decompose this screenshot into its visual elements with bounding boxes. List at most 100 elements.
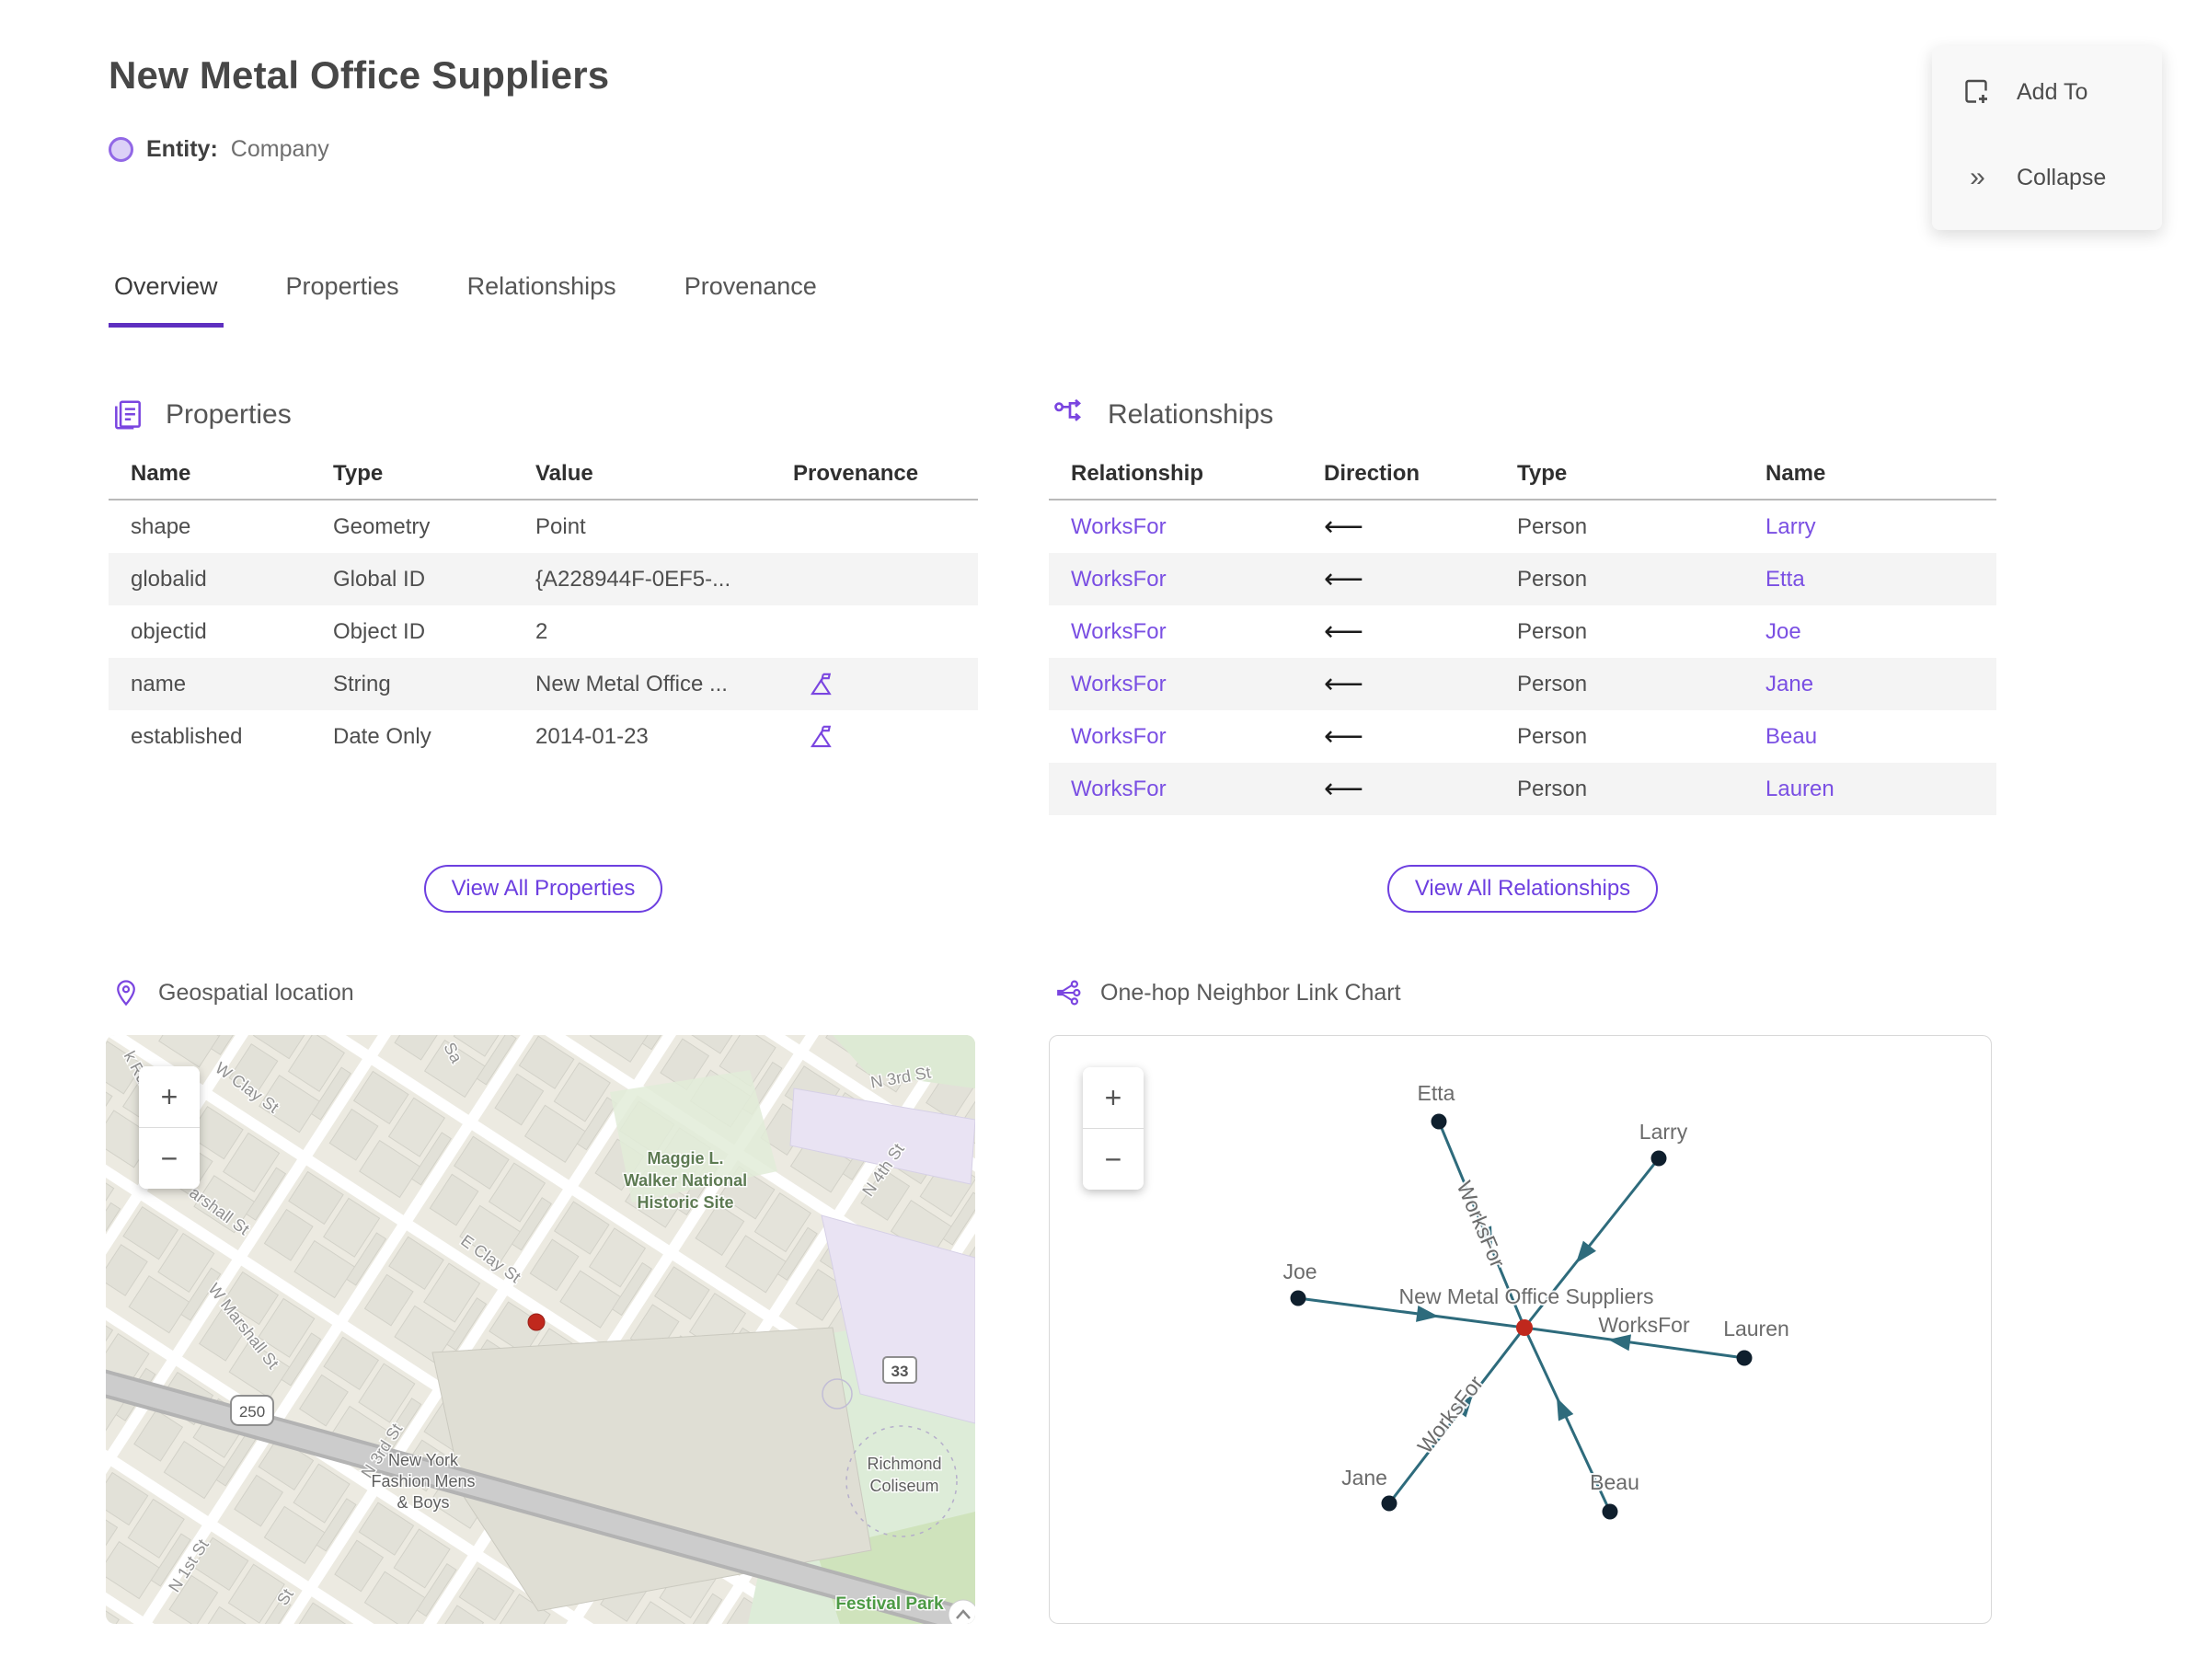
entity-link[interactable]: Jane — [1743, 672, 1996, 697]
provenance-flag-icon — [811, 673, 832, 695]
poi-label-coliseum: Coliseum — [869, 1477, 938, 1495]
prop-type: String — [333, 671, 391, 696]
prop-name: shape — [131, 513, 191, 539]
page-title: New Metal Office Suppliers — [109, 53, 610, 97]
chart-zoom-in-button[interactable]: + — [1083, 1067, 1144, 1128]
chart-zoom-out-button[interactable]: − — [1083, 1129, 1144, 1190]
node-label-beau: Beau — [1590, 1470, 1639, 1494]
link-chart-canvas: WorksFor WorksFor WorksFor Etta Larry Jo… — [1281, 1079, 1791, 1520]
property-row: objectid Object ID 2 — [109, 605, 978, 658]
col-name: Name — [1765, 461, 1826, 486]
chart-zoom-control: + − — [1083, 1067, 1144, 1190]
entity-link[interactable]: Beau — [1743, 724, 1996, 750]
prop-provenance[interactable] — [771, 723, 978, 751]
view-all-properties-button[interactable]: View All Properties — [423, 865, 663, 913]
relationship-link[interactable]: WorksFor — [1049, 567, 1302, 593]
relationship-row: WorksFor ⟵ Person Beau — [1049, 710, 1996, 763]
node-lauren[interactable] — [1736, 1350, 1753, 1366]
prop-type: Object ID — [333, 618, 426, 644]
map-zoom-in-button[interactable]: + — [139, 1066, 200, 1127]
map-pin-icon — [112, 979, 140, 1007]
tab-provenance[interactable]: Provenance — [679, 272, 822, 328]
prop-value: New Metal Office ... — [535, 671, 728, 696]
direction-arrow: ⟵ — [1324, 720, 1364, 753]
linkchart-section-title: One-hop Neighbor Link Chart — [1100, 979, 1401, 1006]
provenance-flag-icon — [811, 725, 832, 747]
col-type: Type — [1517, 461, 1568, 486]
relationship-link[interactable]: WorksFor — [1049, 777, 1302, 802]
node-joe[interactable] — [1290, 1290, 1306, 1306]
relationship-link[interactable]: WorksFor — [1049, 724, 1302, 750]
entity-label: Entity: — [146, 136, 218, 162]
node-larry[interactable] — [1650, 1150, 1667, 1167]
property-row: shape Geometry Point — [109, 501, 978, 553]
relationship-link[interactable]: WorksFor — [1049, 619, 1302, 645]
link-chart-panel[interactable]: WorksFor WorksFor WorksFor Etta Larry Jo… — [1049, 1035, 1992, 1624]
tab-overview[interactable]: Overview — [109, 272, 224, 328]
prop-value: Point — [535, 513, 586, 539]
link-chart-icon — [1054, 979, 1082, 1007]
col-type: Type — [333, 461, 384, 486]
prop-type: Geometry — [333, 513, 431, 539]
poi-label-ny: New York — [388, 1451, 459, 1469]
view-all-relationships-button[interactable]: View All Relationships — [1386, 865, 1659, 913]
properties-section-header: Properties — [110, 397, 292, 432]
entity-detail-page: { "page": { "title": "New Metal Office S… — [0, 0, 2208, 1680]
col-name: Name — [131, 461, 191, 486]
relationship-row: WorksFor ⟵ Person Larry — [1049, 501, 1996, 553]
col-relationship: Relationship — [1071, 461, 1204, 486]
prop-value: 2014-01-23 — [535, 723, 649, 749]
map-canvas: k Rd W Clay St Sa arshall St W Marshall … — [106, 1035, 975, 1624]
rel-type: Person — [1517, 566, 1588, 592]
node-label-larry: Larry — [1639, 1120, 1688, 1144]
entity-link[interactable]: Larry — [1743, 514, 1996, 540]
add-to-button[interactable]: Add To — [1960, 75, 2134, 109]
node-etta[interactable] — [1431, 1113, 1447, 1130]
rel-type: Person — [1517, 513, 1588, 539]
entity-badge: Entity: Company — [109, 136, 329, 163]
map-zoom-out-button[interactable]: − — [139, 1128, 200, 1189]
map-zoom-control: + − — [139, 1066, 200, 1189]
col-value: Value — [535, 461, 593, 486]
relationship-link[interactable]: WorksFor — [1049, 514, 1302, 540]
poi-label-maggie: Historic Site — [637, 1193, 733, 1212]
direction-arrow: ⟵ — [1324, 616, 1364, 648]
relationship-row: WorksFor ⟵ Person Jane — [1049, 658, 1996, 710]
relationships-icon — [1052, 397, 1087, 432]
relationships-section-title: Relationships — [1108, 399, 1274, 430]
col-direction: Direction — [1324, 461, 1420, 486]
node-label-joe: Joe — [1282, 1260, 1317, 1283]
poi-label-maggie: Walker National — [624, 1171, 747, 1190]
tab-relationships[interactable]: Relationships — [462, 272, 622, 328]
relationship-row: WorksFor ⟵ Person Joe — [1049, 605, 1996, 658]
collapse-button[interactable]: » Collapse — [1960, 162, 2134, 193]
prop-type: Date Only — [333, 723, 431, 749]
prop-name: globalid — [131, 566, 207, 592]
direction-arrow: ⟵ — [1324, 563, 1364, 595]
node-beau[interactable] — [1602, 1503, 1618, 1520]
arrowhead — [1557, 1398, 1574, 1421]
col-provenance: Provenance — [793, 461, 919, 486]
geospatial-map[interactable]: k Rd W Clay St Sa arshall St W Marshall … — [106, 1035, 975, 1624]
poi-label-maggie: Maggie L. — [647, 1149, 723, 1168]
map-entity-marker[interactable] — [527, 1313, 546, 1331]
property-row: globalid Global ID {A228944F-0EF5-... — [109, 553, 978, 605]
properties-table: Name Type Value Provenance shape Geometr… — [109, 449, 978, 763]
tab-bar: Overview Properties Relationships Proven… — [109, 272, 822, 328]
property-row: name String New Metal Office ... — [109, 658, 978, 710]
relationships-section-header: Relationships — [1052, 397, 1273, 432]
relationships-table-header: Relationship Direction Type Name — [1049, 449, 1996, 501]
tab-properties[interactable]: Properties — [281, 272, 405, 328]
node-jane[interactable] — [1381, 1495, 1397, 1512]
action-panel: Add To » Collapse — [1932, 46, 2162, 230]
relationship-link[interactable]: WorksFor — [1049, 672, 1302, 697]
svg-text:250: 250 — [239, 1403, 265, 1421]
node-label-lauren: Lauren — [1723, 1317, 1789, 1341]
entity-link[interactable]: Joe — [1743, 619, 1996, 645]
prop-provenance[interactable] — [771, 671, 978, 698]
node-center-entity[interactable] — [1516, 1319, 1533, 1336]
entity-type-icon — [109, 137, 133, 162]
entity-link[interactable]: Lauren — [1743, 777, 1996, 802]
entity-link[interactable]: Etta — [1743, 567, 1996, 593]
rel-type: Person — [1517, 723, 1588, 749]
